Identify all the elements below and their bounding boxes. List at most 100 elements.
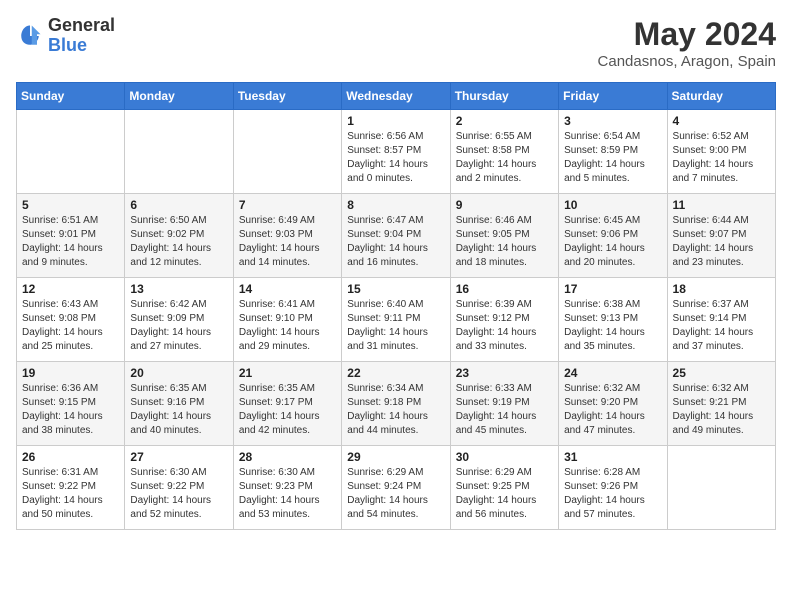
calendar-cell: 15 Sunrise: 6:40 AM Sunset: 9:11 PM Dayli… (342, 278, 450, 362)
day-number: 27 (130, 450, 227, 464)
calendar-cell: 3 Sunrise: 6:54 AM Sunset: 8:59 PM Daylig… (559, 110, 667, 194)
subtitle: Candasnos, Aragon, Spain (598, 53, 776, 70)
cell-content: Sunrise: 6:29 AM Sunset: 9:24 PM Dayligh… (347, 466, 444, 522)
calendar-header: SundayMondayTuesdayWednesdayThursdayFrid… (17, 83, 776, 110)
calendar-cell: 2Sunrise: 6:55 AM Sunset: 8:58 PM Daylig… (450, 110, 558, 194)
cell-content: Sunrise: 6:54 AM Sunset: 8:59 PM Dayligh… (564, 130, 661, 186)
cell-content: Sunrise: 6:49 AM Sunset: 9:03 PM Dayligh… (239, 214, 336, 270)
day-number: 7 (239, 198, 336, 212)
calendar-cell: 24 Sunrise: 6:32 AM Sunset: 9:20 PM Dayli… (559, 362, 667, 446)
day-number: 25 (673, 366, 770, 380)
day-number: 11 (673, 198, 770, 212)
day-number: 4 (673, 114, 770, 128)
cell-content: Sunrise: 6:32 AM Sunset: 9:20 PM Dayligh… (564, 382, 661, 438)
day-number: 31 (564, 450, 661, 464)
cell-content: Sunrise: 6:45 AM Sunset: 9:06 PM Dayligh… (564, 214, 661, 270)
header-cell-saturday: Saturday (667, 83, 775, 110)
title-block: May 2024 Candasnos, Aragon, Spain (598, 16, 776, 70)
calendar-cell: 19 Sunrise: 6:36 AM Sunset: 9:15 PM Dayli… (17, 362, 125, 446)
day-number: 12 (22, 282, 119, 296)
calendar-cell: 14Sunrise: 6:41 AM Sunset: 9:10 PM Dayli… (233, 278, 341, 362)
week-row-2: 12 Sunrise: 6:43 AM Sunset: 9:08 PM Dayli… (17, 278, 776, 362)
day-number: 10 (564, 198, 661, 212)
day-number: 14 (239, 282, 336, 296)
day-number: 23 (456, 366, 553, 380)
cell-content: Sunrise: 6:30 AM Sunset: 9:23 PM Dayligh… (239, 466, 336, 522)
day-number: 26 (22, 450, 119, 464)
cell-content: Sunrise: 6:56 AM Sunset: 8:57 PM Dayligh… (347, 130, 444, 186)
cell-content: Sunrise: 6:43 AM Sunset: 9:08 PM Dayligh… (22, 298, 119, 354)
calendar-cell: 29 Sunrise: 6:29 AM Sunset: 9:24 PM Dayli… (342, 446, 450, 530)
cell-content: Sunrise: 6:55 AM Sunset: 8:58 PM Dayligh… (456, 130, 553, 186)
cell-content: Sunrise: 6:35 AM Sunset: 9:17 PM Dayligh… (239, 382, 336, 438)
calendar-cell: 5Sunrise: 6:51 AM Sunset: 9:01 PM Daylig… (17, 194, 125, 278)
day-number: 24 (564, 366, 661, 380)
cell-content: Sunrise: 6:39 AM Sunset: 9:12 PM Dayligh… (456, 298, 553, 354)
cell-content: Sunrise: 6:36 AM Sunset: 9:15 PM Dayligh… (22, 382, 119, 438)
cell-content: Sunrise: 6:33 AM Sunset: 9:19 PM Dayligh… (456, 382, 553, 438)
calendar-cell: 28 Sunrise: 6:30 AM Sunset: 9:23 PM Dayli… (233, 446, 341, 530)
calendar-cell: 18 Sunrise: 6:37 AM Sunset: 9:14 PM Dayli… (667, 278, 775, 362)
day-number: 8 (347, 198, 444, 212)
main-title: May 2024 (598, 16, 776, 53)
calendar-cell: 30Sunrise: 6:29 AM Sunset: 9:25 PM Dayli… (450, 446, 558, 530)
cell-content: Sunrise: 6:40 AM Sunset: 9:11 PM Dayligh… (347, 298, 444, 354)
day-number: 28 (239, 450, 336, 464)
header-cell-tuesday: Tuesday (233, 83, 341, 110)
header-cell-monday: Monday (125, 83, 233, 110)
day-number: 21 (239, 366, 336, 380)
page-header: General Blue May 2024 Candasnos, Aragon,… (16, 16, 776, 70)
calendar-cell: 13 Sunrise: 6:42 AM Sunset: 9:09 PM Dayli… (125, 278, 233, 362)
day-number: 20 (130, 366, 227, 380)
week-row-1: 5Sunrise: 6:51 AM Sunset: 9:01 PM Daylig… (17, 194, 776, 278)
day-number: 18 (673, 282, 770, 296)
calendar-cell: 1 Sunrise: 6:56 AM Sunset: 8:57 PM Daylig… (342, 110, 450, 194)
day-number: 22 (347, 366, 444, 380)
day-number: 3 (564, 114, 661, 128)
calendar-cell: 21 Sunrise: 6:35 AM Sunset: 9:17 PM Dayli… (233, 362, 341, 446)
calendar-cell: 16 Sunrise: 6:39 AM Sunset: 9:12 PM Dayli… (450, 278, 558, 362)
day-number: 19 (22, 366, 119, 380)
cell-content: Sunrise: 6:51 AM Sunset: 9:01 PM Dayligh… (22, 214, 119, 270)
cell-content: Sunrise: 6:28 AM Sunset: 9:26 PM Dayligh… (564, 466, 661, 522)
logo-text: General Blue (48, 16, 115, 56)
calendar-cell: 20 Sunrise: 6:35 AM Sunset: 9:16 PM Dayli… (125, 362, 233, 446)
cell-content: Sunrise: 6:35 AM Sunset: 9:16 PM Dayligh… (130, 382, 227, 438)
cell-content: Sunrise: 6:30 AM Sunset: 9:22 PM Dayligh… (130, 466, 227, 522)
logo: General Blue (16, 16, 115, 56)
day-number: 1 (347, 114, 444, 128)
day-number: 15 (347, 282, 444, 296)
cell-content: Sunrise: 6:32 AM Sunset: 9:21 PM Dayligh… (673, 382, 770, 438)
day-number: 13 (130, 282, 227, 296)
calendar-cell (667, 446, 775, 530)
calendar-cell (233, 110, 341, 194)
cell-content: Sunrise: 6:42 AM Sunset: 9:09 PM Dayligh… (130, 298, 227, 354)
calendar-cell: 26Sunrise: 6:31 AM Sunset: 9:22 PM Dayli… (17, 446, 125, 530)
day-number: 29 (347, 450, 444, 464)
calendar-cell: 10 Sunrise: 6:45 AM Sunset: 9:06 PM Dayli… (559, 194, 667, 278)
week-row-0: 1 Sunrise: 6:56 AM Sunset: 8:57 PM Daylig… (17, 110, 776, 194)
calendar-body: 1 Sunrise: 6:56 AM Sunset: 8:57 PM Daylig… (17, 110, 776, 530)
day-number: 30 (456, 450, 553, 464)
header-cell-friday: Friday (559, 83, 667, 110)
day-number: 6 (130, 198, 227, 212)
calendar-cell: 11Sunrise: 6:44 AM Sunset: 9:07 PM Dayli… (667, 194, 775, 278)
day-number: 16 (456, 282, 553, 296)
week-row-4: 26Sunrise: 6:31 AM Sunset: 9:22 PM Dayli… (17, 446, 776, 530)
cell-content: Sunrise: 6:47 AM Sunset: 9:04 PM Dayligh… (347, 214, 444, 270)
logo-general-text: General (48, 16, 115, 36)
calendar-cell: 12 Sunrise: 6:43 AM Sunset: 9:08 PM Dayli… (17, 278, 125, 362)
calendar-cell: 7 Sunrise: 6:49 AM Sunset: 9:03 PM Daylig… (233, 194, 341, 278)
calendar-cell: 25 Sunrise: 6:32 AM Sunset: 9:21 PM Dayli… (667, 362, 775, 446)
header-row: SundayMondayTuesdayWednesdayThursdayFrid… (17, 83, 776, 110)
cell-content: Sunrise: 6:37 AM Sunset: 9:14 PM Dayligh… (673, 298, 770, 354)
logo-icon (16, 22, 44, 50)
header-cell-sunday: Sunday (17, 83, 125, 110)
calendar-cell: 17Sunrise: 6:38 AM Sunset: 9:13 PM Dayli… (559, 278, 667, 362)
header-cell-wednesday: Wednesday (342, 83, 450, 110)
week-row-3: 19 Sunrise: 6:36 AM Sunset: 9:15 PM Dayli… (17, 362, 776, 446)
cell-content: Sunrise: 6:50 AM Sunset: 9:02 PM Dayligh… (130, 214, 227, 270)
calendar-cell: 22Sunrise: 6:34 AM Sunset: 9:18 PM Dayli… (342, 362, 450, 446)
calendar-table: SundayMondayTuesdayWednesdayThursdayFrid… (16, 82, 776, 530)
day-number: 17 (564, 282, 661, 296)
